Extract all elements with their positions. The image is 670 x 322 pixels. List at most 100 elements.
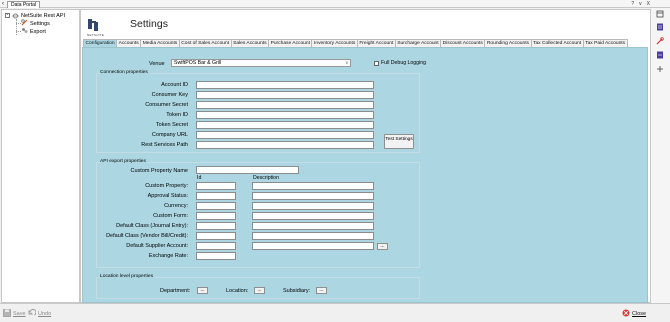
default-supplier-account-id-input[interactable] (196, 242, 236, 250)
currency-id-input[interactable] (196, 202, 236, 210)
venue-select[interactable]: SwiftPOS Bar & Grill v (171, 59, 351, 67)
chevron-down-icon: v (345, 60, 348, 65)
consumer-key-input[interactable] (196, 91, 374, 99)
tab-tax-paid-accounts[interactable]: Tax Paid Accounts (582, 39, 628, 47)
dropdown-button[interactable]: v (639, 1, 642, 7)
consumer-key-label: Consumer Key (151, 92, 188, 98)
company-url-label: Company URL (151, 132, 188, 138)
configuration-panel: Venue SwiftPOS Bar & Grill v Full Debug … (82, 47, 648, 303)
currency-description-input[interactable] (252, 202, 374, 210)
custom-form-id-input[interactable] (196, 212, 236, 220)
tab-rounding-accounts[interactable]: Rounding Accounts (484, 39, 532, 47)
custom-property-id-input[interactable] (196, 182, 236, 190)
default-supplier-account-description-input[interactable] (252, 242, 374, 250)
back-icon[interactable]: ‹ (2, 1, 4, 7)
description-column-header: Description (253, 175, 279, 181)
settings-page: NETSUITE Settings Configuration Accounts… (80, 9, 651, 303)
tab-tax-collected-account[interactable]: Tax Collected Account (530, 39, 584, 47)
custom-form-label: Custom Form: (153, 213, 188, 219)
token-secret-input[interactable] (196, 121, 374, 129)
location-level-properties-label: Location level properties (100, 274, 156, 279)
tab-bar: Configuration Accounts Media Accounts Co… (83, 39, 628, 47)
company-url-input[interactable] (196, 131, 374, 139)
tools-icon[interactable] (656, 37, 664, 45)
tab-freight-account[interactable]: Freight Account (356, 39, 396, 47)
approval-status-label: Approval Status: (147, 193, 188, 199)
default-class-vendor-label: Default Class (Vendor Bill/Credit): (106, 233, 188, 239)
custom-property-label: Custom Property: (145, 183, 188, 189)
tab-surcharge-account[interactable]: Surcharge Account (394, 39, 442, 47)
default-class-journal-id-input[interactable] (196, 222, 236, 230)
default-supplier-account-label: Default Supplier Account: (126, 243, 188, 249)
notes-icon[interactable] (656, 51, 664, 59)
test-settings-button[interactable]: Test Settings (384, 134, 414, 149)
collapse-icon[interactable]: - (5, 13, 10, 18)
undo-label: Undo (38, 311, 52, 317)
department-label: Department: (160, 288, 191, 294)
close-window-button[interactable]: X (647, 1, 650, 7)
add-icon[interactable] (656, 65, 664, 73)
tab-inventory-accounts[interactable]: Inventory Accounts (311, 39, 358, 47)
close-button[interactable]: Close (622, 309, 646, 319)
api-icon (12, 13, 19, 19)
tab-purchase-account[interactable]: Purchase Account (268, 39, 313, 47)
account-id-input[interactable] (196, 81, 374, 89)
panel-icon[interactable] (656, 10, 664, 18)
venue-label: Venue (149, 61, 165, 67)
location-browse-button[interactable]: ... (254, 287, 265, 294)
debug-checkbox[interactable] (374, 60, 379, 66)
netsuite-logo (87, 18, 105, 32)
currency-label: Currency: (164, 203, 188, 209)
full-debug-logging[interactable]: Full Debug Logging (374, 60, 426, 66)
tree-item-settings[interactable]: Settings (21, 19, 50, 27)
tree-item-label: Export (30, 28, 46, 35)
save-label: Save (13, 311, 26, 317)
logo-text: NETSUITE (87, 33, 105, 37)
subsidiary-label: Subsidiary: (283, 288, 311, 294)
tab-accounts[interactable]: Accounts (116, 39, 142, 47)
export-icon (21, 27, 28, 36)
subsidiary-browse-button[interactable]: ... (316, 287, 327, 294)
help-button[interactable]: ? (631, 1, 634, 7)
custom-property-name-input[interactable] (196, 166, 299, 174)
api-export-properties-label: API export properties (100, 159, 148, 164)
save-button[interactable]: Save (3, 309, 26, 319)
consumer-secret-input[interactable] (196, 101, 374, 109)
default-class-journal-label: Default Class (Journal Entry): (116, 223, 188, 229)
default-supplier-account-browse-button[interactable]: ... (377, 243, 388, 250)
title-bar: ‹ Data Portal ? v X (0, 0, 670, 8)
location-label: Location: (226, 288, 249, 294)
custom-property-description-input[interactable] (252, 182, 374, 190)
approval-status-description-input[interactable] (252, 192, 374, 200)
tree-root-label: NetSuite Rest API (21, 12, 66, 19)
token-id-input[interactable] (196, 111, 374, 119)
exchange-rate-label: Exchange Rate: (148, 253, 188, 259)
default-class-vendor-description-input[interactable] (252, 232, 374, 240)
close-label: Close (632, 311, 647, 317)
tab-cost-of-sales-account[interactable]: Cost of Sales Account (178, 39, 232, 47)
id-column-header: Id (197, 175, 202, 181)
page-title: Settings (130, 18, 168, 30)
close-icon (622, 309, 630, 319)
venue-value: SwiftPOS Bar & Grill (174, 60, 222, 66)
data-portal-tab[interactable]: Data Portal (7, 0, 41, 8)
exchange-rate-id-input[interactable] (196, 252, 236, 260)
tab-sales-accounts[interactable]: Sales Accounts (230, 39, 270, 47)
rest-services-path-input[interactable] (196, 141, 374, 149)
department-browse-button[interactable]: ... (197, 287, 208, 294)
token-secret-label: Token Secret (155, 122, 188, 128)
tab-media-accounts[interactable]: Media Accounts (140, 39, 180, 47)
document-icon[interactable] (656, 23, 664, 31)
connection-properties-label: Connection properties (100, 70, 150, 75)
custom-form-description-input[interactable] (252, 212, 374, 220)
tab-configuration[interactable]: Configuration (83, 39, 118, 47)
custom-property-name-label: Custom Property Name (130, 168, 188, 174)
tree-item-export[interactable]: Export (21, 28, 46, 35)
tree-root[interactable]: - NetSuite Rest API (5, 12, 65, 19)
approval-status-id-input[interactable] (196, 192, 236, 200)
default-class-vendor-id-input[interactable] (196, 232, 236, 240)
default-class-journal-description-input[interactable] (252, 222, 374, 230)
tab-discount-accounts[interactable]: Discount Accounts (440, 39, 486, 47)
consumer-secret-label: Consumer Secret (145, 102, 188, 108)
undo-button[interactable]: Undo (28, 308, 52, 319)
